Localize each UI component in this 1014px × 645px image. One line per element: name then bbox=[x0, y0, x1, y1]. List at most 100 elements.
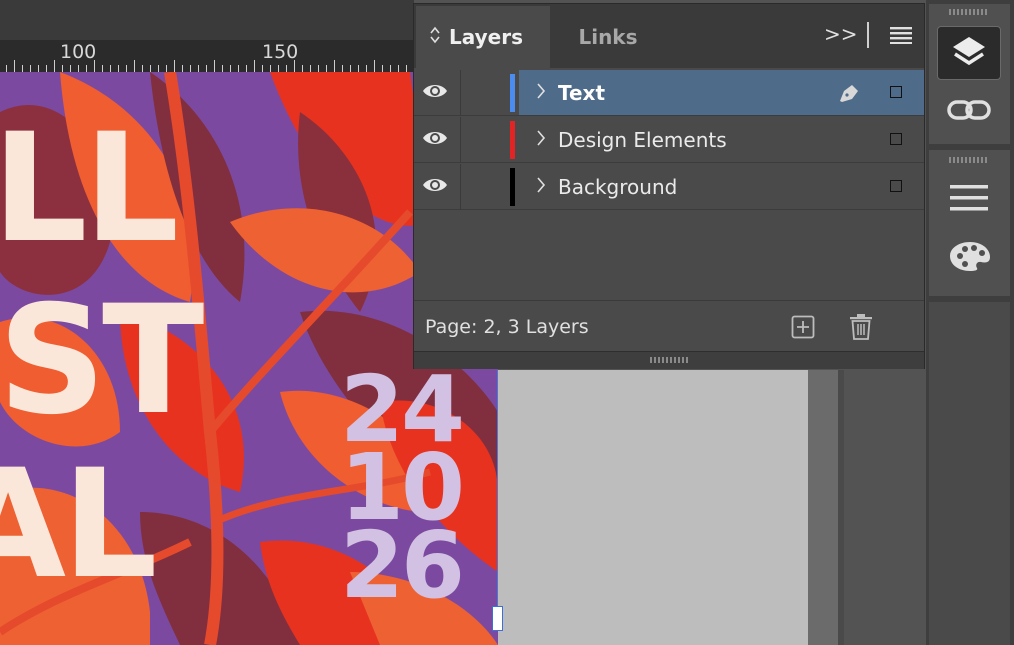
tab-divider bbox=[867, 22, 869, 48]
dock-grip-icon[interactable] bbox=[949, 9, 989, 15]
ruler-tick bbox=[390, 65, 391, 72]
ruler-tick bbox=[214, 60, 215, 72]
pasteboard-edge bbox=[808, 370, 838, 645]
layers-status: Page: 2, 3 Layers bbox=[425, 316, 589, 338]
layer-name[interactable]: Background bbox=[558, 175, 677, 199]
layers-panel: Layers Links >> Text Design Elements Bac… bbox=[413, 3, 925, 369]
ruler-tick bbox=[198, 65, 199, 72]
ruler-tick bbox=[350, 65, 351, 72]
ruler-tick bbox=[174, 60, 175, 72]
ruler-tick bbox=[142, 65, 143, 72]
tab-links-label: Links bbox=[578, 25, 638, 49]
ruler-tick bbox=[358, 65, 359, 72]
layer-lock-checkbox[interactable] bbox=[890, 86, 902, 98]
ruler-label-150: 150 bbox=[262, 41, 299, 63]
tab-layers[interactable]: Layers bbox=[416, 6, 550, 68]
ruler-tick bbox=[62, 65, 63, 72]
ruler-tick bbox=[190, 65, 191, 72]
ruler-tick bbox=[94, 60, 95, 72]
layer-color-swatch bbox=[510, 121, 515, 159]
layer-row-background[interactable]: Background bbox=[414, 164, 924, 210]
dock-grip-icon[interactable] bbox=[949, 157, 989, 163]
ruler-tick bbox=[238, 65, 239, 72]
layer-name[interactable]: Text bbox=[558, 81, 605, 105]
ruler-tick bbox=[86, 65, 87, 72]
ruler-tick bbox=[342, 65, 343, 72]
tab-layers-label: Layers bbox=[449, 25, 523, 49]
layer-name[interactable]: Design Elements bbox=[558, 128, 727, 152]
ruler-tick bbox=[126, 65, 127, 72]
ruler-tick bbox=[278, 65, 279, 72]
panel-resize-grip[interactable] bbox=[414, 351, 924, 369]
layer-lock-checkbox[interactable] bbox=[890, 133, 902, 145]
pasteboard-divider bbox=[838, 370, 844, 645]
ruler-tick bbox=[326, 65, 327, 72]
ruler-tick bbox=[110, 65, 111, 72]
ruler-tick bbox=[54, 60, 55, 72]
ruler-tick bbox=[366, 65, 367, 72]
eye-icon[interactable] bbox=[422, 129, 448, 151]
collapse-toggle-icon[interactable] bbox=[430, 25, 440, 49]
ruler-tick bbox=[246, 65, 247, 72]
ruler-tick bbox=[30, 65, 31, 72]
ruler-tick bbox=[38, 65, 39, 72]
ruler-tick bbox=[382, 65, 383, 72]
ruler-tick bbox=[262, 65, 263, 72]
ruler-tick bbox=[150, 65, 151, 72]
poster-title-line-1: LL bbox=[0, 102, 179, 276]
layer-lock-checkbox[interactable] bbox=[890, 180, 902, 192]
links-icon[interactable] bbox=[947, 98, 991, 126]
column-divider bbox=[460, 164, 461, 210]
ruler-label-100: 100 bbox=[60, 41, 97, 63]
chevron-right-icon[interactable] bbox=[536, 174, 546, 198]
ruler-tick bbox=[286, 65, 287, 72]
right-panel-dock bbox=[926, 0, 1014, 645]
ruler-tick bbox=[70, 65, 71, 72]
eye-icon[interactable] bbox=[422, 176, 448, 198]
chevron-right-icon[interactable] bbox=[536, 127, 546, 151]
ruler-tick bbox=[206, 65, 207, 72]
ruler-tick bbox=[158, 65, 159, 72]
ruler-tick bbox=[182, 65, 183, 72]
ruler-tick bbox=[134, 60, 135, 72]
layer-row-design-elements[interactable]: Design Elements bbox=[414, 117, 924, 163]
palette-icon[interactable] bbox=[949, 240, 991, 276]
ruler-tick bbox=[22, 65, 23, 72]
ruler-tick bbox=[374, 60, 375, 72]
dock-empty-area bbox=[929, 302, 1010, 645]
panel-menu-icon[interactable] bbox=[890, 26, 912, 48]
ruler-tick bbox=[254, 60, 255, 72]
ruler-tick bbox=[14, 60, 15, 72]
tab-links[interactable]: Links bbox=[554, 6, 662, 68]
poster-date-year: 26 bbox=[340, 512, 465, 619]
expand-panels-icon[interactable]: >> bbox=[824, 22, 858, 46]
selection-handle[interactable] bbox=[492, 606, 503, 631]
ruler-tick bbox=[6, 65, 7, 72]
panel-tab-bar: Layers Links >> bbox=[414, 4, 924, 68]
trash-icon[interactable] bbox=[849, 314, 873, 344]
pen-icon[interactable] bbox=[838, 83, 860, 107]
horizontal-ruler[interactable]: 100 150 bbox=[0, 40, 414, 72]
layer-color-swatch bbox=[510, 74, 515, 112]
ruler-tick bbox=[102, 65, 103, 72]
eye-icon[interactable] bbox=[422, 82, 448, 104]
ruler-tick bbox=[334, 60, 335, 72]
column-divider bbox=[460, 117, 461, 163]
dock-group-1 bbox=[929, 4, 1010, 144]
ruler-tick bbox=[118, 65, 119, 72]
ruler-tick bbox=[318, 65, 319, 72]
ruler-tick bbox=[302, 65, 303, 72]
pasteboard bbox=[498, 370, 808, 645]
new-layer-icon[interactable] bbox=[791, 315, 815, 343]
menu-lines-icon[interactable] bbox=[950, 184, 988, 216]
ruler-tick bbox=[310, 65, 311, 72]
ruler-tick bbox=[270, 65, 271, 72]
poster-title-line-2: ST bbox=[0, 274, 204, 448]
ruler-tick bbox=[166, 65, 167, 72]
chevron-right-icon[interactable] bbox=[536, 80, 546, 104]
ruler-tick bbox=[398, 65, 399, 72]
layer-row-text[interactable]: Text bbox=[414, 70, 924, 116]
ruler-tick bbox=[294, 60, 295, 72]
layers-icon[interactable] bbox=[937, 26, 1001, 80]
poster-title-line-3: AL bbox=[0, 438, 158, 612]
